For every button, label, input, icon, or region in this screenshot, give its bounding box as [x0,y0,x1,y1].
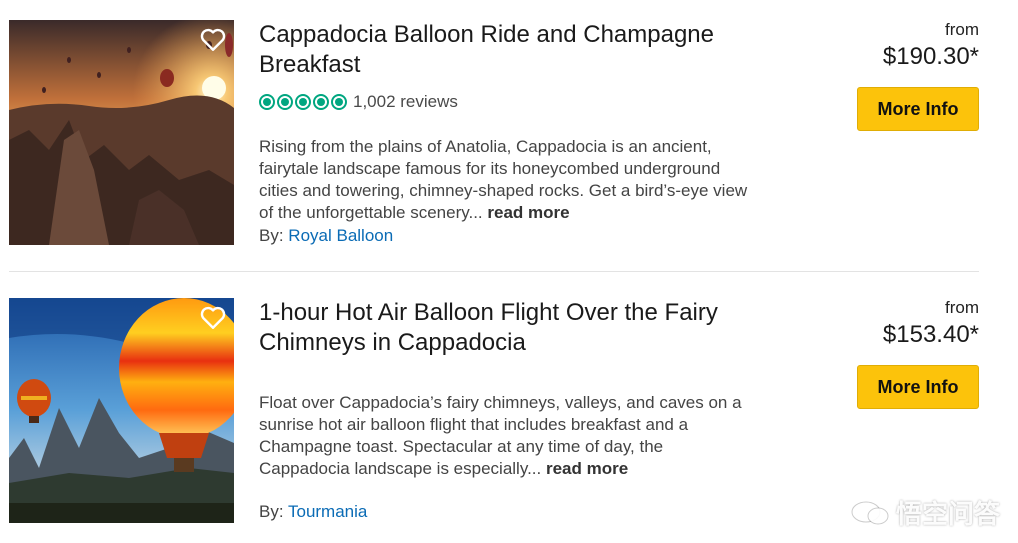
listing-title[interactable]: Cappadocia Balloon Ride and Champagne Br… [259,20,759,80]
description-text: Float over Cappadocia’s fairy chimneys, … [259,393,742,478]
divider [9,271,979,272]
read-more-link[interactable]: read more [487,203,569,222]
rating: 1,002 reviews [259,92,458,112]
rating-bubble-icon [331,94,347,110]
price: $190.30* [882,43,979,70]
price: $153.40* [882,321,979,348]
operator-link[interactable]: Tourmania [288,502,367,521]
rating-bubble-icon [277,94,293,110]
chat-bubble-icon [851,501,889,524]
listing-image[interactable] [9,20,234,245]
from-label: from [945,298,979,317]
more-info-button[interactable]: More Info [857,365,979,409]
read-more-link[interactable]: read more [546,459,628,478]
review-count[interactable]: 1,002 reviews [353,92,458,112]
listing-description: Rising from the plains of Anatolia, Capp… [259,136,749,224]
from-label: from [945,20,979,39]
balloon-sunset-photo [9,20,234,245]
listing-title[interactable]: 1-hour Hot Air Balloon Flight Over the F… [259,298,759,358]
listing-card: Cappadocia Balloon Ride and Champagne Br… [9,20,979,250]
heart-icon[interactable] [200,28,226,52]
operator-line: By: Tourmania [259,502,367,522]
heart-icon[interactable] [200,306,226,330]
listing-description: Float over Cappadocia’s fairy chimneys, … [259,392,749,480]
operator-line: By: Royal Balloon [259,226,393,246]
rating-bubble-icon [259,94,275,110]
more-info-button[interactable]: More Info [857,87,979,131]
watermark-text: 悟空问答 [895,499,1000,529]
watermark: 悟空问答 [850,494,1000,531]
listing-card: 1-hour Hot Air Balloon Flight Over the F… [9,298,979,523]
rating-bubble-icon [313,94,329,110]
by-label: By: [259,502,284,521]
listing-image[interactable] [9,298,234,523]
balloon-flight-photo [9,298,234,523]
by-label: By: [259,226,284,245]
operator-link[interactable]: Royal Balloon [288,226,393,245]
rating-bubble-icon [295,94,311,110]
